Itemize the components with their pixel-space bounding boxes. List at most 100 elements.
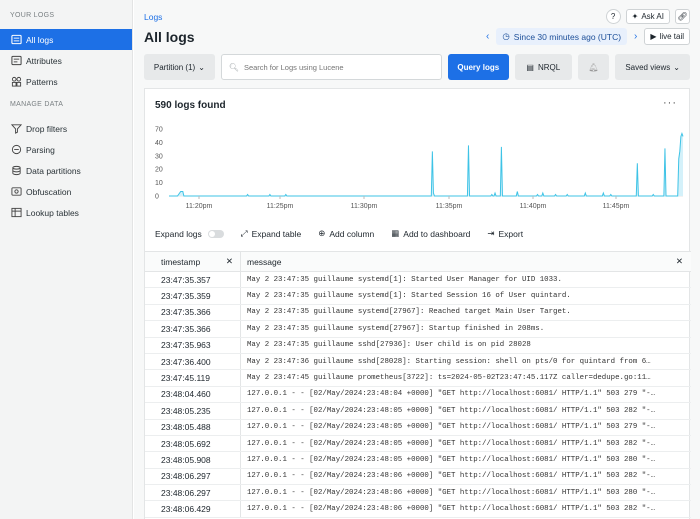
sidebar-item-patterns[interactable]: Patterns: [0, 71, 132, 92]
bell-icon: 🔔︎: [588, 62, 599, 72]
live-tail-button[interactable]: ▶ live tail: [644, 28, 690, 45]
search-box[interactable]: 🔍︎: [220, 54, 442, 80]
ask-ai-button[interactable]: ✦ Ask AI: [625, 9, 670, 24]
chevron-right-icon[interactable]: ›: [631, 31, 640, 42]
dashboard-icon: ▦: [391, 228, 400, 238]
x-tick-label: 11:20pm: [186, 203, 213, 210]
table-row[interactable]: 23:48:06.429 127.0.0.1 - - [02/May/2024:2…: [145, 501, 691, 518]
time-picker: ‹ ◷ Since 30 minutes ago (UTC) › ▶ live …: [483, 28, 690, 45]
column-timestamp[interactable]: timestamp ✕: [145, 252, 241, 271]
sidebar-item-obfuscation[interactable]: Obfuscation: [0, 181, 132, 202]
query-toolbar: Partition (1) ⌄ 🔍︎ Query logs ▤ NRQL 🔔︎ …: [144, 54, 690, 80]
cell-timestamp: 23:47:35.963: [145, 337, 241, 353]
expand-logs-label: Expand logs: [155, 228, 202, 239]
cell-timestamp: 23:47:35.366: [145, 321, 241, 337]
table-body: 23:47:35.357 May 2 23:47:35 guillaume sys…: [145, 272, 691, 518]
logs-count: 590 logs found: [155, 100, 226, 111]
cell-timestamp: 23:48:05.235: [145, 403, 241, 419]
sidebar-item-data-partitions[interactable]: Data partitions: [0, 160, 132, 181]
page-title: All logs: [144, 29, 195, 45]
time-range-button[interactable]: ◷ Since 30 minutes ago (UTC): [496, 28, 628, 45]
search-icon: 🔍︎: [228, 62, 239, 72]
cell-timestamp: 23:48:04.460: [145, 386, 241, 403]
link-button[interactable]: 🔗︎: [675, 9, 690, 24]
main-area: Logs All logs ? ✦ Ask AI 🔗︎ ‹ ◷ Since 30…: [134, 0, 700, 519]
x-tick-label: 11:35pm: [436, 203, 463, 210]
table-row[interactable]: 23:48:05.488 127.0.0.1 - - [02/May/2024:2…: [145, 419, 691, 436]
chevron-left-icon[interactable]: ‹: [483, 31, 492, 42]
table-row[interactable]: 23:47:45.119 May 2 23:47:45 guillaume pro…: [145, 370, 691, 387]
sidebar-item-label: Attributes: [26, 55, 62, 66]
add-to-dashboard-button[interactable]: ▦ Add to dashboard: [391, 228, 470, 239]
series-area: [169, 133, 683, 196]
search-input[interactable]: [243, 62, 424, 72]
sidebar-item-lookup-tables[interactable]: Lookup tables: [0, 202, 132, 223]
toggle-switch[interactable]: [207, 229, 224, 238]
table-row[interactable]: 23:48:05.235 127.0.0.1 - - [02/May/2024:2…: [145, 403, 691, 420]
sidebar-item-label: Parsing: [26, 144, 55, 155]
table-row[interactable]: 23:48:05.692 127.0.0.1 - - [02/May/2024:2…: [145, 435, 691, 453]
table-row[interactable]: 23:48:04.460 127.0.0.1 - - [02/May/2024:2…: [145, 386, 691, 404]
table-row[interactable]: 23:48:06.297 127.0.0.1 - - [02/May/2024:2…: [145, 468, 691, 486]
saved-views-dropdown[interactable]: Saved views ⌄: [615, 54, 690, 80]
cell-message: May 2 23:47:35 guillaume systemd[27967]:…: [247, 324, 545, 333]
cell-message: May 2 23:47:35 guillaume sshd[27936]: Us…: [247, 341, 531, 350]
x-tick-label: 11:25pm: [267, 203, 294, 210]
partition-dropdown[interactable]: Partition (1) ⌄: [144, 54, 215, 80]
section-manage-data: MANAGE DATA: [10, 101, 64, 108]
cell-message: 127.0.0.1 - - [02/May/2024:23:48:06 +000…: [247, 472, 656, 481]
cell-timestamp: 23:48:05.488: [145, 419, 241, 435]
link-icon: 🔗︎: [677, 12, 688, 21]
expand-icon: ⤢: [240, 228, 248, 238]
sidebar-item-label: Patterns: [26, 76, 58, 87]
cell-message: May 2 23:47:35 guillaume systemd[1]: Sta…: [247, 292, 571, 301]
table-row[interactable]: 23:47:35.357 May 2 23:47:35 guillaume sys…: [145, 272, 691, 289]
close-icon[interactable]: ✕: [226, 256, 233, 267]
table-icon: [10, 207, 22, 219]
alert-button[interactable]: 🔔︎: [577, 54, 610, 80]
table-row[interactable]: 23:47:36.400 May 2 23:47:36 guillaume ssh…: [145, 353, 691, 371]
table-row[interactable]: 23:48:05.908 127.0.0.1 - - [02/May/2024:2…: [145, 452, 691, 469]
query-logs-button[interactable]: Query logs: [447, 54, 509, 80]
cell-message: May 2 23:47:35 guillaume systemd[1]: Sta…: [247, 275, 562, 284]
sidebar-item-label: Lookup tables: [26, 207, 79, 218]
cell-timestamp: 23:48:06.297: [145, 485, 241, 501]
sidebar-item-label: Obfuscation: [26, 186, 72, 197]
expand-table-button[interactable]: ⤢ Expand table: [241, 228, 301, 239]
close-icon[interactable]: ✕: [676, 256, 683, 267]
code-icon: ▤: [526, 62, 534, 72]
more-options-icon[interactable]: ···: [663, 97, 677, 109]
sidebar-item-drop-filters[interactable]: Drop filters: [0, 118, 132, 139]
cell-message: May 2 23:47:35 guillaume systemd[27967]:…: [247, 308, 571, 317]
y-tick-label: 10: [155, 180, 163, 187]
top-icons: ? ✦ Ask AI 🔗︎: [605, 9, 690, 24]
sidebar-item-all-logs[interactable]: All logs: [0, 29, 132, 50]
nrql-button[interactable]: ▤ NRQL: [514, 54, 572, 80]
add-column-button[interactable]: ⊕ Add column: [318, 228, 374, 239]
ask-ai-label: Ask AI: [641, 12, 664, 21]
breadcrumb[interactable]: Logs: [144, 12, 162, 22]
cell-message: 127.0.0.1 - - [02/May/2024:23:48:05 +000…: [247, 455, 656, 464]
logs-histogram: 70 40 30 20 10 0 11:20pm 11:25pm 11:30pm 11:35pm 1…: [155, 127, 684, 210]
x-tick-label: 11:45pm: [603, 203, 630, 210]
expand-logs-toggle[interactable]: Expand logs: [155, 229, 224, 239]
x-tick-label: 11:30pm: [351, 203, 378, 210]
export-button[interactable]: ⇥ Export: [487, 228, 523, 239]
table-row[interactable]: 23:48:06.297 127.0.0.1 - - [02/May/2024:2…: [145, 485, 691, 502]
column-message[interactable]: message ✕: [241, 252, 691, 271]
cell-timestamp: 23:47:36.400: [145, 353, 241, 370]
cell-message: 127.0.0.1 - - [02/May/2024:23:48:06 +000…: [247, 505, 656, 514]
saved-views-label: Saved views: [625, 62, 671, 72]
table-row[interactable]: 23:47:35.366 May 2 23:47:35 guillaume sys…: [145, 321, 691, 338]
cell-timestamp: 23:48:06.429: [145, 501, 241, 517]
table-row[interactable]: 23:47:35.366 May 2 23:47:35 guillaume sys…: [145, 304, 691, 322]
table-row[interactable]: 23:47:35.359 May 2 23:47:35 guillaume sys…: [145, 288, 691, 305]
sidebar-item-attributes[interactable]: Attributes: [0, 50, 132, 71]
play-icon: ▶: [650, 32, 657, 41]
list-icon: [10, 34, 22, 46]
cell-message: 127.0.0.1 - - [02/May/2024:23:48:05 +000…: [247, 439, 656, 448]
sidebar-item-parsing[interactable]: Parsing: [0, 139, 132, 160]
cell-timestamp: 23:48:06.297: [145, 468, 241, 485]
table-row[interactable]: 23:47:35.963 May 2 23:47:35 guillaume ssh…: [145, 337, 691, 354]
help-button[interactable]: ?: [605, 9, 621, 24]
